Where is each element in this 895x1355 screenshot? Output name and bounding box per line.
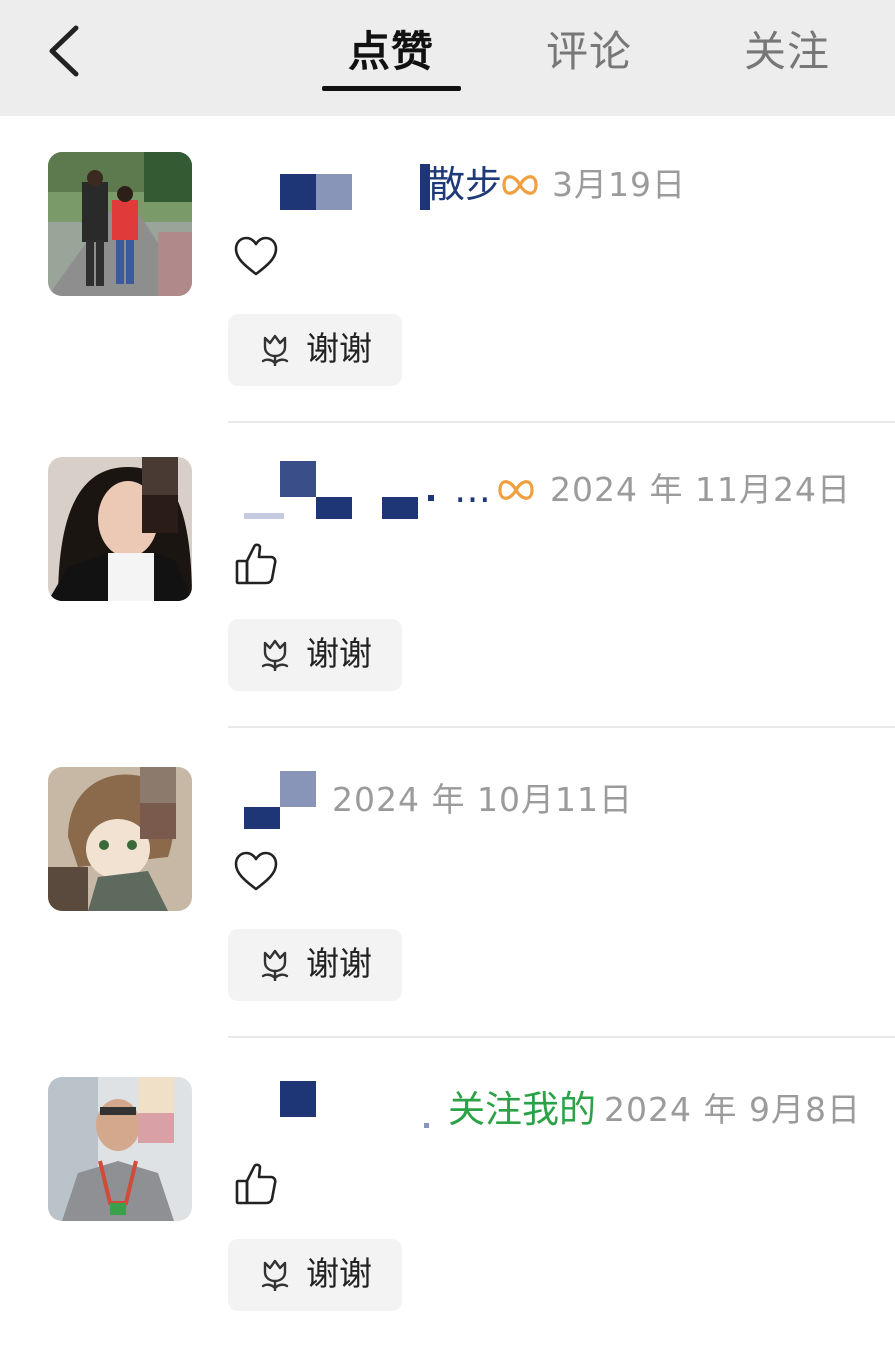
username-text[interactable]: …: [454, 467, 491, 513]
tab-likes[interactable]: 点赞: [348, 22, 434, 82]
infinity-loop-icon: [498, 480, 534, 500]
active-tab-indicator: [322, 86, 461, 91]
thanks-button[interactable]: 谢谢: [228, 1239, 402, 1311]
list-item: 关注我的 2024 年 9月8日 谢谢: [0, 1041, 895, 1348]
top-bar: 点赞 评论 关注: [0, 0, 895, 116]
heart-outline-icon: [234, 236, 278, 276]
liker-line: 2024 年 10月11日: [232, 771, 872, 841]
avatar[interactable]: [48, 1077, 192, 1221]
username-text[interactable]: 关注我的: [448, 1087, 596, 1133]
thanks-label: 谢谢: [306, 1254, 372, 1293]
like-time: 3月19日: [552, 165, 686, 204]
thanks-button[interactable]: 谢谢: [228, 929, 402, 1001]
back-button[interactable]: [38, 18, 98, 84]
divider: [228, 1036, 895, 1038]
thanks-label: 谢谢: [306, 634, 372, 673]
thanks-label: 谢谢: [306, 329, 372, 368]
like-time: 2024 年 10月11日: [332, 780, 633, 819]
infinity-loop-icon: [502, 175, 538, 195]
thumbs-up-icon: [235, 543, 277, 585]
flower-icon: [261, 334, 289, 366]
username-text[interactable]: 散步: [428, 162, 502, 208]
avatar[interactable]: [48, 457, 192, 601]
liker-line: 关注我的 2024 年 9月8日: [232, 1081, 872, 1139]
thanks-label: 谢谢: [306, 944, 372, 983]
tab-comments[interactable]: 评论: [546, 22, 632, 82]
divider: [228, 726, 895, 728]
like-time: 2024 年 9月8日: [604, 1090, 861, 1129]
likes-list: 散步 3月19日 谢谢 … 2024 年 11月24日 谢谢 2024 年 10…: [0, 116, 895, 1355]
username-obscured[interactable]: [232, 461, 472, 519]
thumbs-up-icon: [235, 1163, 277, 1205]
like-time: 2024 年 11月24日: [550, 470, 851, 509]
avatar[interactable]: [48, 767, 192, 911]
thanks-button[interactable]: 谢谢: [228, 619, 402, 691]
chevron-left-icon: [49, 25, 79, 77]
tab-follows[interactable]: 关注: [744, 22, 830, 82]
flower-icon: [261, 1259, 289, 1291]
liker-line: … 2024 年 11月24日: [232, 461, 872, 519]
list-item: … 2024 年 11月24日 谢谢: [0, 421, 895, 728]
flower-icon: [261, 949, 289, 981]
username-obscured[interactable]: [232, 1081, 472, 1139]
avatar[interactable]: [48, 152, 192, 296]
thanks-button[interactable]: 谢谢: [228, 314, 402, 386]
liker-line: 散步 3月19日: [232, 156, 872, 214]
flower-icon: [261, 639, 289, 671]
list-item: 2024 年 10月11日 谢谢: [0, 731, 895, 1038]
heart-outline-icon: [234, 851, 278, 891]
list-item: 散步 3月19日 谢谢: [0, 116, 895, 423]
